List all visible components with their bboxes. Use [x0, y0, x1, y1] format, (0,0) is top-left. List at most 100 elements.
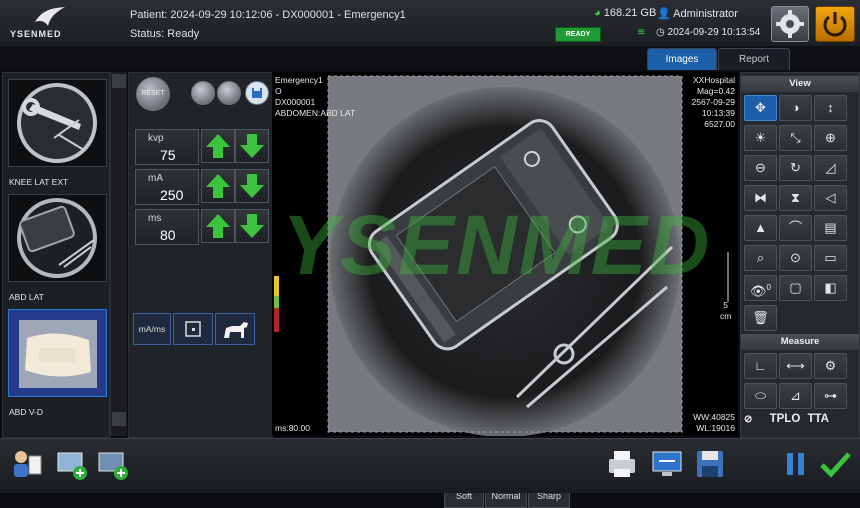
kvp-down-button[interactable] [235, 129, 269, 163]
save-settings-button[interactable] [245, 81, 269, 105]
rotate-tool[interactable]: ↻ [779, 155, 812, 181]
invert-half-tool[interactable]: ◧ [814, 275, 847, 301]
tta-button[interactable]: TTA [807, 413, 829, 425]
bird-logo-icon [35, 7, 65, 26]
pie-icon: ◕ [594, 7, 601, 19]
ms-down-button[interactable] [235, 209, 269, 243]
photo-thumbnail-image [9, 310, 106, 396]
compress-arrows-icon: ⤡ [790, 130, 801, 145]
image-viewer[interactable]: YSENMED Emergency1 O DX000001 ABDOMEN:AB… [272, 72, 738, 508]
datetime: ◷ 2024-09-29 10:13:54 [656, 27, 760, 38]
kvp-display: kvp 75 [135, 129, 199, 165]
overlay-bottom-right: WW:40825 WL:19016 [693, 412, 735, 434]
arrow-up-icon [206, 134, 230, 158]
user-info: 👤 Administrator [657, 7, 738, 20]
knob-button[interactable] [217, 81, 241, 105]
checkmark-icon [820, 452, 851, 478]
window-icon: ▭ [824, 250, 837, 265]
thumbnail-abd-lat[interactable] [8, 194, 107, 282]
ma-down-button[interactable] [235, 169, 269, 203]
arrow-up-icon [206, 214, 230, 238]
power-button[interactable] [815, 6, 855, 42]
arrow-down-icon [240, 214, 264, 238]
pause-button[interactable] [779, 447, 813, 481]
view-tabs: Images Report [0, 46, 860, 70]
thumbnail-scrollbar[interactable] [110, 72, 127, 436]
monitor-transfer-icon [652, 451, 682, 476]
flip-tool[interactable]: ▲ [744, 215, 777, 241]
tplo-button[interactable]: TPLO [770, 413, 801, 425]
line-measure-tool[interactable]: ⟷ [779, 353, 812, 379]
exposure-control-panel: RESET kvp 75 mA 250 ms 80 mA/ms [128, 72, 273, 438]
pan-tool[interactable]: ✥ [744, 95, 777, 121]
scale-value: 5 [723, 300, 729, 310]
fit-tool[interactable]: ⤡ [779, 125, 812, 151]
vertical-arrow-icon: ↕ [827, 100, 834, 115]
save-button[interactable] [693, 447, 727, 481]
send-pacs-button[interactable] [650, 447, 684, 481]
ready-badge: READY [555, 27, 601, 42]
window-tool[interactable]: ▭ [814, 245, 847, 271]
document-tool[interactable]: ▤ [814, 215, 847, 241]
overlay-line: 10:13:39 [701, 108, 735, 118]
arch-tool[interactable]: ⌒ [779, 215, 812, 241]
settings-button[interactable] [771, 6, 809, 42]
overlay-top-left: Emergency1 O DX000001 ABDOMEN:ABD LAT [275, 75, 355, 119]
distance-tool[interactable]: ⊶ [814, 383, 847, 409]
ma-value: 250 [160, 187, 184, 203]
kvp-value: 75 [160, 147, 176, 163]
thumbnail-label: ABD V-D [9, 407, 44, 417]
sun-icon: ☀ [754, 130, 767, 145]
dog-body-size-button[interactable] [215, 313, 255, 345]
crop-tool[interactable]: ◿ [814, 155, 847, 181]
disk-usage: ◕ 168.21 GB [594, 7, 656, 19]
confirm-button[interactable] [818, 447, 852, 481]
half-fill-icon: ◧ [824, 280, 837, 295]
kvp-up-button[interactable] [201, 129, 235, 163]
thumbnail-knee[interactable] [8, 79, 107, 167]
ma-up-button[interactable] [201, 169, 235, 203]
region-zoom-tool[interactable]: ⊙ [779, 245, 812, 271]
add-series-button[interactable] [96, 447, 130, 481]
angle-tool[interactable]: ∟ [744, 353, 777, 379]
ma-ms-mode-button[interactable]: mA/ms [133, 313, 171, 345]
delete-tool[interactable]: 🗑 [744, 305, 777, 331]
brightness-tool[interactable]: ☀ [744, 125, 777, 151]
trash-icon: 🗑 [752, 310, 769, 325]
zoom-in-tool[interactable]: ⊕ [814, 125, 847, 151]
top-bar: YSENMED Patient: 2024-09-29 10:12:06 - D… [0, 0, 860, 47]
tab-report[interactable]: Report [718, 48, 790, 70]
rotate-icon: ↻ [790, 160, 801, 175]
zoom-out-tool[interactable]: ⊖ [744, 155, 777, 181]
xray-thumbnail-image [17, 83, 97, 163]
print-button[interactable] [605, 447, 639, 481]
thumbnail-abd-vd[interactable] [8, 309, 107, 397]
mirror-left-tool[interactable]: ⧓ [744, 185, 777, 211]
pause-icon [787, 453, 804, 475]
triangle-tool[interactable]: ◁ [814, 185, 847, 211]
knob-button[interactable] [191, 81, 215, 105]
flip-vertical-tool[interactable]: ↕ [814, 95, 847, 121]
cobb-angle-icon: ⚙ [824, 358, 837, 373]
thumbnail-panel: KNEE LAT EXT ABD LAT ABD V-D [2, 72, 110, 438]
add-image-button[interactable] [55, 447, 89, 481]
annotation-visibility-tool[interactable]: 👁0 [744, 275, 777, 301]
scroll-up-button[interactable] [112, 74, 126, 88]
scroll-down-button[interactable] [112, 412, 126, 426]
zoom-out-icon: ⊖ [755, 160, 766, 175]
arrow-down-icon [240, 134, 264, 158]
invert-tool[interactable]: ◑ [779, 95, 812, 121]
heart-measure-tool[interactable]: ⊿ [779, 383, 812, 409]
ms-up-button[interactable] [201, 209, 235, 243]
magnifier-tool[interactable]: ⌕ [744, 245, 777, 271]
patient-list-button[interactable] [10, 447, 44, 481]
ellipse-tool[interactable]: ⬭ [744, 383, 777, 409]
frame-tool[interactable]: ▢ [779, 275, 812, 301]
ms-value: 80 [160, 227, 176, 243]
tab-images[interactable]: Images [647, 48, 717, 70]
cobb-angle-tool[interactable]: ⚙ [814, 353, 847, 379]
magnifier-icon: ⌕ [756, 250, 765, 265]
reset-button[interactable]: RESET [136, 77, 170, 111]
mirror-right-tool[interactable]: ⧗ [779, 185, 812, 211]
focus-mode-button[interactable] [173, 313, 213, 345]
